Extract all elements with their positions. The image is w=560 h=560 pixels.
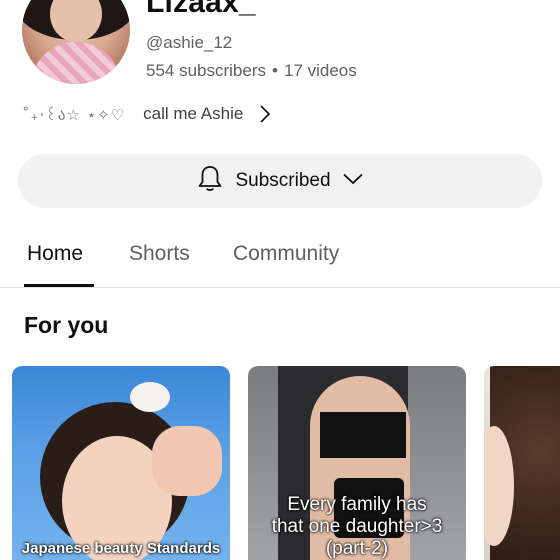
channel-name: Lizaax_ xyxy=(146,0,256,19)
short-card[interactable]: Every family has that one daughter>3 (pa… xyxy=(248,366,466,560)
short-caption: Every family has that one daughter>3 (pa… xyxy=(248,494,466,560)
tab-shorts[interactable]: Shorts xyxy=(129,242,190,266)
channel-stats: 554 subscribers • 17 videos xyxy=(146,61,357,81)
channel-handle: @ashie_12 xyxy=(146,33,233,52)
section-title: For you xyxy=(24,312,109,338)
caption-line: (part-2) xyxy=(325,537,389,559)
bio-decoration: ˚₊‧꒰ა☆ ⋆✧♡ xyxy=(22,106,126,124)
tab-community[interactable]: Community xyxy=(233,242,339,266)
thumbnail-bow xyxy=(130,382,170,412)
bell-icon xyxy=(197,165,223,198)
short-card[interactable] xyxy=(484,366,560,560)
caption-line: Every family has xyxy=(287,494,427,515)
bio-text: call me Ashie xyxy=(143,104,244,123)
active-tab-indicator xyxy=(24,284,94,287)
chevron-right-icon xyxy=(259,105,273,123)
short-caption: Japanese beauty Standards xyxy=(21,540,221,557)
short-card[interactable]: Japanese beauty Standards xyxy=(12,366,230,560)
avatar-shirt xyxy=(30,42,122,84)
thumbnail-hand xyxy=(152,426,222,496)
subscribed-button[interactable]: Subscribed xyxy=(18,154,542,208)
subscribed-label: Subscribed xyxy=(235,170,331,191)
thumbnail-top xyxy=(320,412,406,458)
video-count: 17 videos xyxy=(283,61,357,80)
caption-line: that one daughter>3 xyxy=(271,515,443,537)
tab-home[interactable]: Home xyxy=(27,242,83,266)
channel-tabs: Home Shorts Community xyxy=(0,232,560,288)
subscriber-count: 554 subscribers xyxy=(146,61,267,80)
channel-avatar[interactable] xyxy=(22,0,130,84)
stats-separator: • xyxy=(272,61,278,80)
chevron-down-icon xyxy=(342,172,363,190)
channel-bio-link[interactable]: ˚₊‧꒰ა☆ ⋆✧♡ call me Ashie xyxy=(22,102,273,126)
